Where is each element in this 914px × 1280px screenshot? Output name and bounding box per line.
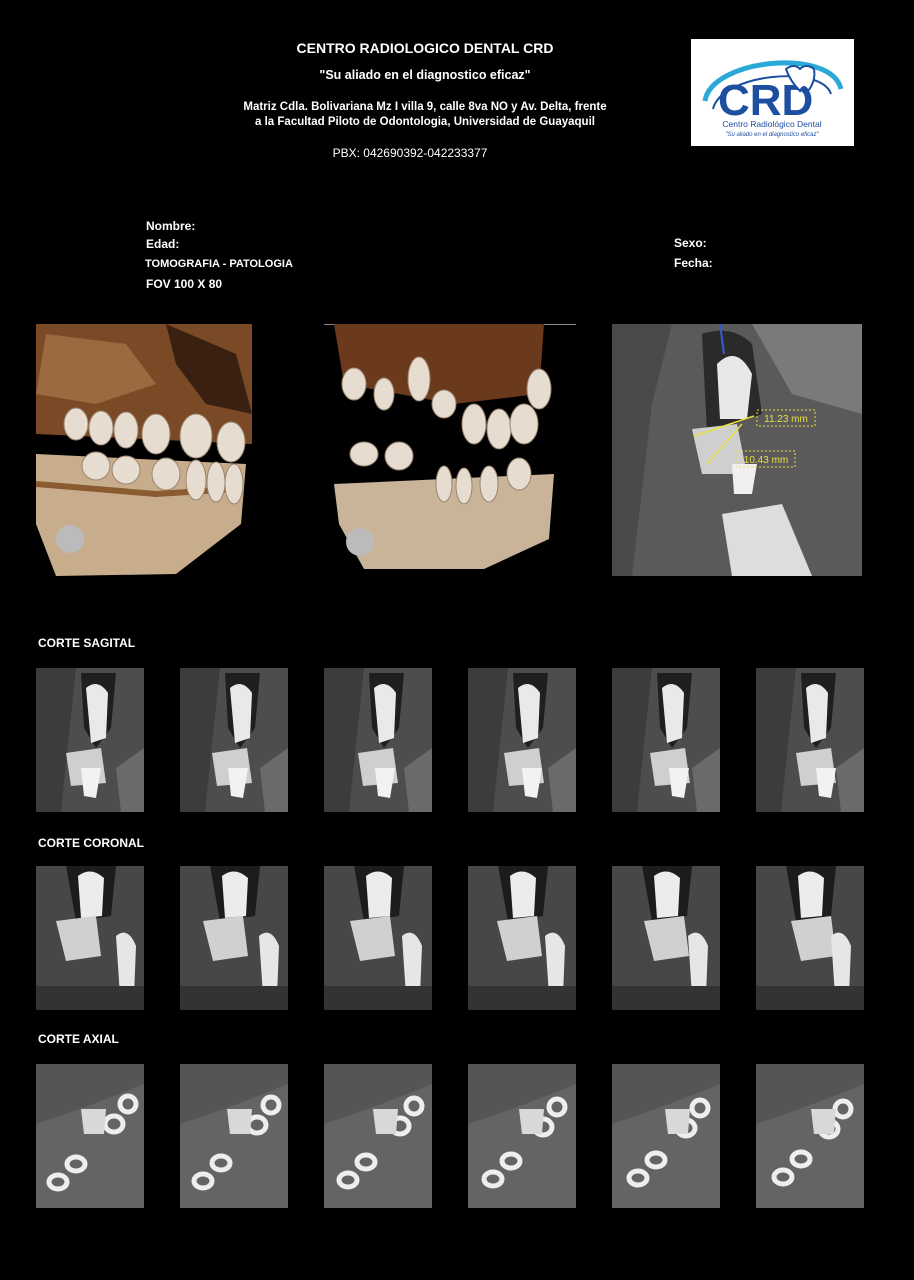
3d-render-frontal (324, 324, 576, 576)
ct-slice-axial-4 (468, 1064, 576, 1208)
ct-slice-coronal-3 (324, 866, 432, 1010)
name-label: Nombre: (146, 219, 196, 233)
ct-slice-sagital-5 (612, 668, 720, 812)
ct-slice-coronal-5 (612, 866, 720, 1010)
measure-2: 10.43 mm (744, 455, 788, 466)
ct-slice-coronal-1 (36, 866, 144, 1010)
clinic-logo: CRD Centro Radiológico Dental "Su aliado… (691, 39, 854, 146)
phone-label: PBX: (332, 146, 360, 160)
section-axial: CORTE AXIAL (38, 1032, 119, 1046)
svg-text:"Su aliado en el diagnostico e: "Su aliado en el diagnostico eficaz" (725, 132, 819, 138)
sex-label: Sexo: (674, 236, 707, 250)
3d-render-lateral (36, 324, 252, 576)
ct-slice-axial-1 (36, 1064, 144, 1208)
fov-value: FOV 100 X 80 (146, 277, 223, 291)
section-sagital: CORTE SAGITAL (38, 636, 136, 650)
ct-slice-axial-5 (612, 1064, 720, 1208)
study-type: TOMOGRAFIA - PATOLOGIA (145, 258, 293, 270)
svg-text:Centro Radiológico Dental: Centro Radiológico Dental (722, 119, 821, 129)
ct-slice-sagital-6 (756, 668, 864, 812)
section-coronal: CORTE CORONAL (38, 836, 144, 850)
ct-slice-sagital-3 (324, 668, 432, 812)
phone-number: 042690392-042233377 (363, 146, 488, 160)
clinic-slogan: "Su aliado en el diagnostico eficaz" (319, 68, 531, 82)
ct-slice-coronal-2 (180, 866, 288, 1010)
ct-slice-axial-6 (756, 1064, 864, 1208)
ct-slice-sagital-1 (36, 668, 144, 812)
date-label: Fecha: (674, 256, 713, 270)
clinic-title: CENTRO RADIOLOGICO DENTAL CRD (296, 40, 554, 56)
ct-slice-sagital-2 (180, 668, 288, 812)
ct-measurement-view: 11.23 mm 10.43 mm (612, 324, 862, 576)
phone-line: PBX: 042690392-042233377 (260, 146, 560, 160)
age-label: Edad: (146, 237, 180, 251)
address-line-2: a la Facultad Piloto de Odontologia, Uni… (255, 116, 595, 128)
ct-slice-axial-2 (180, 1064, 288, 1208)
address-line-1: Matriz Cdla. Bolivariana Mz I villa 9, c… (243, 101, 607, 113)
ct-slice-sagital-4 (468, 668, 576, 812)
ct-slice-axial-3 (324, 1064, 432, 1208)
ct-slice-coronal-6 (756, 866, 864, 1010)
measure-1: 11.23 mm (764, 414, 808, 425)
ct-slice-coronal-4 (468, 866, 576, 1010)
